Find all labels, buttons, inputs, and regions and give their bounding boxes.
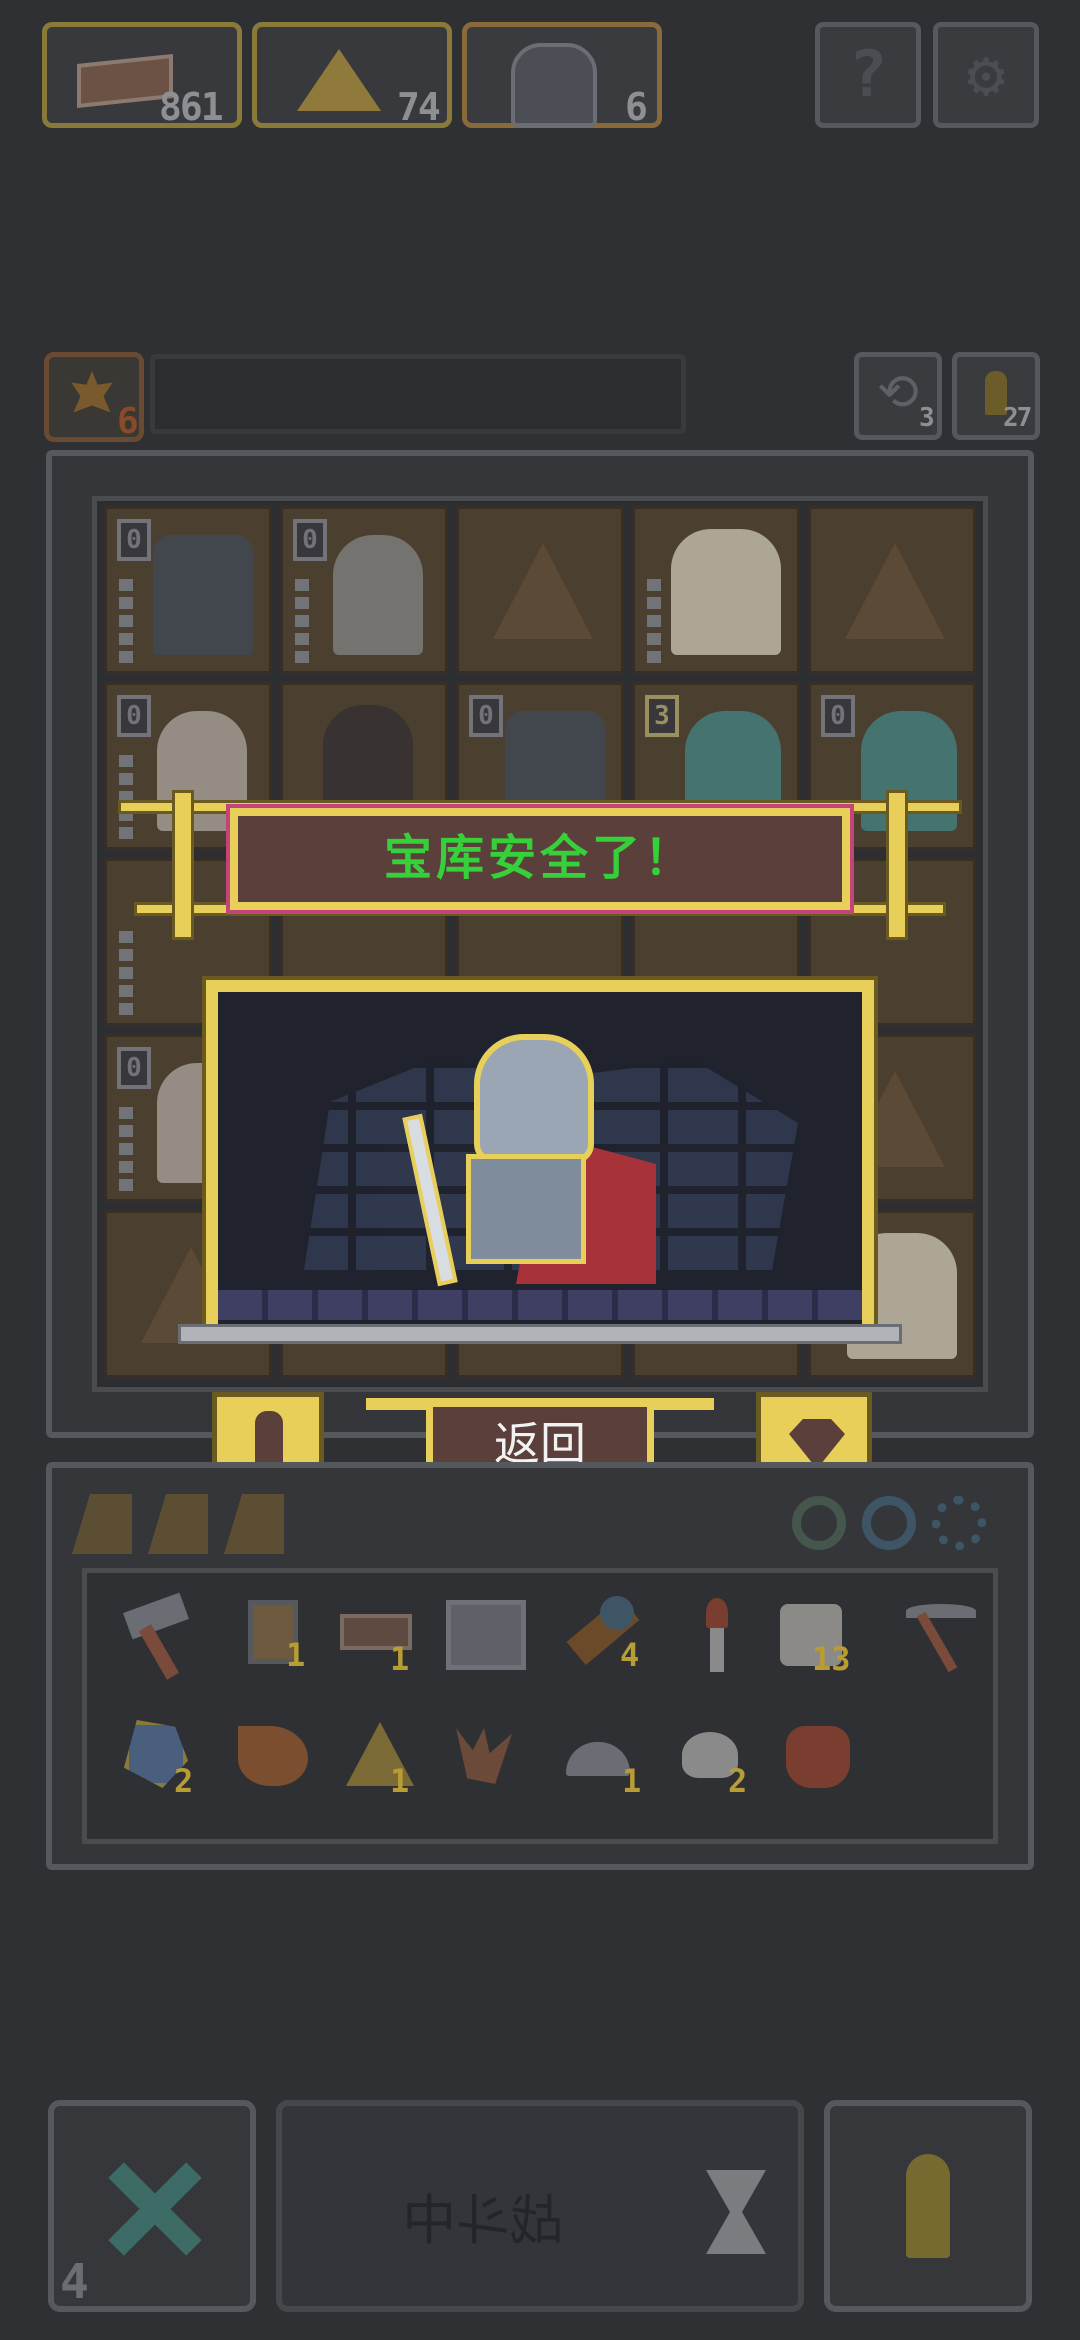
spyglass-icon[interactable]: 4 [554, 1590, 644, 1680]
hammer-icon[interactable] [116, 1592, 206, 1684]
progress-bar-track [150, 354, 686, 434]
grid-cell-empty[interactable] [456, 506, 624, 674]
crystal-ore-icon[interactable]: 2 [114, 1712, 204, 1802]
gold-resource-slot[interactable]: 74 [252, 22, 452, 129]
top-bar: 861 74 6 ? ⚙ [40, 20, 1040, 130]
unit-select-button[interactable] [824, 2100, 1032, 2312]
unit-counter[interactable]: 27 [952, 352, 1040, 440]
knight-sword [402, 1113, 458, 1287]
help-button[interactable]: ? [815, 22, 921, 128]
helmet-count: 1 [622, 1762, 642, 1800]
inventory-coin-row [792, 1496, 1002, 1556]
lantern-icon[interactable]: 1 [228, 1590, 318, 1680]
empty-slot-icon [845, 543, 945, 639]
stat-bar [119, 579, 133, 663]
gold-pile-icon[interactable]: 1 [332, 1712, 422, 1802]
popup-title: 宝库安全了！ [383, 830, 696, 886]
grid-cell[interactable]: 0 [104, 506, 272, 674]
armored-knight-icon [396, 1034, 676, 1292]
scene-base-rail [178, 1324, 902, 1344]
hero-count: 6 [625, 85, 648, 129]
scene-floor [218, 1290, 862, 1320]
stat-bar [119, 931, 133, 1015]
gold-pile-count: 1 [390, 1762, 410, 1800]
scroll-icon[interactable] [440, 1590, 530, 1680]
helmet-icon[interactable]: 1 [556, 1712, 646, 1802]
fox-tail-icon[interactable] [228, 1712, 318, 1802]
grid-cell-empty[interactable] [808, 506, 976, 674]
stat-bar [647, 579, 661, 663]
gold-pile-icon [297, 49, 381, 111]
settings-button[interactable]: ⚙ [933, 22, 1039, 128]
pickaxe-icon[interactable] [886, 1590, 976, 1680]
gold-count: 74 [397, 85, 441, 129]
question-mark-icon: ? [848, 38, 888, 112]
maple-leaf-icon [71, 371, 113, 413]
dice-icon[interactable]: 13 [770, 1594, 860, 1684]
skull-icon[interactable]: 2 [670, 1712, 760, 1802]
inventory-items: 1 1 4 13 2 1 1 2 [110, 1586, 990, 1826]
grid-cell[interactable]: 0 [280, 506, 448, 674]
unit-count: 27 [1003, 403, 1032, 433]
priestess-icon [671, 529, 781, 655]
spyglass-count: 4 [620, 1636, 640, 1674]
hourglass-icon [706, 2170, 766, 2254]
battle-status-bar: 战斗中 [276, 2100, 804, 2312]
turn-count: 4 [60, 2254, 89, 2310]
level-badge: 0 [117, 1047, 151, 1089]
wood-resource-slot[interactable]: 861 [42, 22, 242, 129]
lantern-count: 1 [286, 1636, 306, 1674]
coin-icon[interactable] [862, 1496, 916, 1550]
coin-icon[interactable] [792, 1496, 846, 1550]
stat-bar [119, 1107, 133, 1191]
level-badge: 0 [821, 695, 855, 737]
popup-scene-frame [178, 976, 902, 1360]
claw-icon[interactable] [440, 1712, 530, 1802]
popup-title-banner: 宝库安全了！ [118, 790, 962, 940]
banner-right-post [886, 790, 908, 940]
ninja-portrait-icon [511, 43, 597, 127]
undo-icon: ⟲ [877, 363, 919, 421]
dice-count: 13 [812, 1640, 851, 1678]
level-badge: 0 [469, 695, 503, 737]
undo-button[interactable]: ⟲ 3 [854, 352, 942, 440]
grid-cell[interactable] [632, 506, 800, 674]
knight-body [466, 1154, 586, 1264]
level-badge: 0 [293, 519, 327, 561]
skull-count: 2 [728, 1762, 748, 1800]
banner-panel: 宝库安全了！ [226, 804, 854, 914]
old-sage-icon [333, 535, 423, 655]
pawn-icon [906, 2154, 950, 2258]
coin-icon[interactable] [932, 1496, 986, 1550]
empty-slot-icon [493, 543, 593, 639]
leaf-count: 6 [117, 401, 139, 442]
battle-status-text: 战斗中 [402, 2189, 564, 2252]
torch-icon[interactable] [670, 1590, 760, 1680]
plank-count: 1 [390, 1640, 410, 1678]
level-badge: 3 [645, 695, 679, 737]
leaf-counter[interactable]: 6 [44, 352, 144, 442]
banner-left-post [172, 790, 194, 940]
undo-count: 3 [919, 403, 935, 433]
crystal-count: 2 [174, 1762, 194, 1800]
cancel-button[interactable]: 4 [48, 2100, 256, 2312]
wood-plank-icon[interactable]: 1 [330, 1594, 420, 1684]
tab-card-1[interactable] [72, 1494, 132, 1554]
level-badge: 0 [117, 519, 151, 561]
gear-icon: ⚙ [966, 38, 1006, 112]
knight-helmet [474, 1034, 594, 1164]
inventory-tabs [72, 1494, 372, 1564]
loot-bag-icon[interactable] [772, 1712, 862, 1802]
stat-bar [295, 579, 309, 663]
stone-golem-icon [153, 535, 253, 655]
tab-card-2[interactable] [148, 1494, 208, 1554]
level-badge: 0 [117, 695, 151, 737]
hero-resource-slot[interactable]: 6 [462, 22, 662, 129]
wood-count: 861 [159, 85, 224, 129]
tab-card-3[interactable] [224, 1494, 284, 1554]
